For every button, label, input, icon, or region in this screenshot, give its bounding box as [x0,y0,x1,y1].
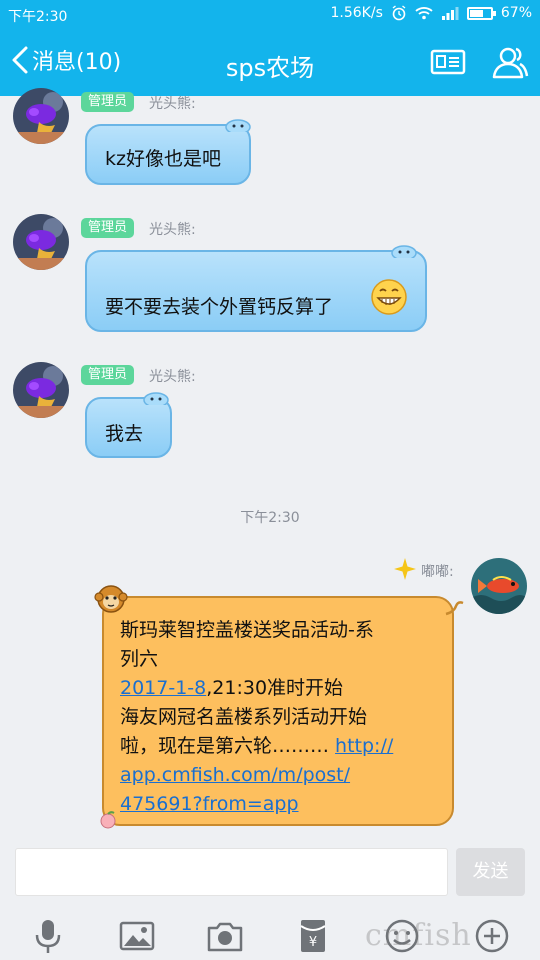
bubble-ears-decoration [143,392,169,405]
group-members-icon[interactable] [490,44,530,80]
bubble-ears-decoration [391,245,417,258]
page-title: sps农场 [225,54,315,82]
tail-decoration-icon [445,601,464,616]
message-text: 我去 [105,423,144,445]
own-message-line: 2017-1-8,21:30准时开始 [120,677,344,699]
send-button[interactable]: 发送 [456,848,525,896]
admin-badge: 管理员 [81,92,135,112]
own-message-line: app.cmfish.com/m/post/ [120,761,438,790]
red-packet-icon[interactable]: ¥ [293,916,333,956]
monkey-sticker-icon [94,585,128,613]
sparkle-icon [394,558,416,580]
sender-name[interactable]: 光头熊: [149,93,196,113]
svg-text:¥: ¥ [309,935,317,950]
avatar[interactable] [13,88,69,144]
peach-sticker-icon [100,811,116,829]
message-bubble[interactable]: kz好像也是吧 [85,119,251,185]
own-message-line: 475691?from=app [120,790,438,819]
date-link[interactable]: 2017-1-8 [120,677,206,699]
admin-badge: 管理员 [81,218,135,238]
battery-icon [466,6,496,20]
fish-avatar-image [13,214,69,270]
sender-name[interactable]: 光头熊: [149,219,196,239]
avatar[interactable] [13,214,69,270]
avatar[interactable] [13,362,69,418]
watermark: cmfish [365,918,472,953]
chevron-left-icon [12,46,28,74]
message-input[interactable] [15,848,448,896]
battery-level [469,9,483,17]
status-bar: 下午2:30 1.56K/s 67% [0,0,540,30]
fish-avatar-image [13,88,69,144]
sender-name[interactable]: 光头熊: [149,366,196,386]
own-message-line: 海友网冠名盖楼系列活动开始 [120,706,368,728]
message-bubble[interactable]: 要不要去装个外置钙反算了 [85,245,427,332]
plus-icon[interactable] [472,916,512,956]
message-bubble[interactable]: 我去 [85,392,172,458]
title-bar: 消息(10) sps农场 [0,30,540,96]
own-message-line: 斯玛莱智控盖楼送奖品活动-系 [120,619,374,641]
chat-timestamp: 下午2:30 [240,510,300,526]
status-time: 下午2:30 [8,9,68,25]
own-message-line: 啦，现在是第六轮……… http:// [120,735,394,757]
message-text: kz好像也是吧 [105,148,221,170]
post-link[interactable]: http:// [335,735,393,757]
alarm-icon [392,5,406,21]
microphone-icon[interactable] [28,916,68,956]
own-avatar[interactable] [471,558,527,614]
fish-avatar-image [13,362,69,418]
bubble-ears-decoration [225,119,251,132]
camera-icon[interactable] [205,916,245,956]
back-label: 消息(10) [32,50,122,75]
battery-percent: 67% [500,5,532,21]
status-right: 1.56K/s 67% [331,5,533,21]
post-link[interactable]: app.cmfish.com/m/post/ [120,764,350,786]
fish-avatar-image [471,558,527,614]
own-message-line: 列六 [120,648,159,670]
group-profile-card-icon[interactable] [430,44,466,80]
own-sender-name[interactable]: 嘟嘟: [421,561,454,581]
network-speed: 1.56K/s [330,5,383,21]
wifi-icon [415,7,433,20]
post-link[interactable]: 475691?from=app [120,793,299,815]
own-message-bubble[interactable]: 斯玛莱智控盖楼送奖品活动-系 列六 2017-1-8,21:30准时开始 海友网… [94,585,464,829]
message-text: 要不要去装个外置钙反算了 [105,296,334,318]
signal-icon [441,7,459,20]
image-icon[interactable] [117,916,157,956]
back-button[interactable]: 消息(10) [10,44,121,76]
admin-badge: 管理员 [81,365,135,385]
grin-emoji-icon [371,279,407,315]
